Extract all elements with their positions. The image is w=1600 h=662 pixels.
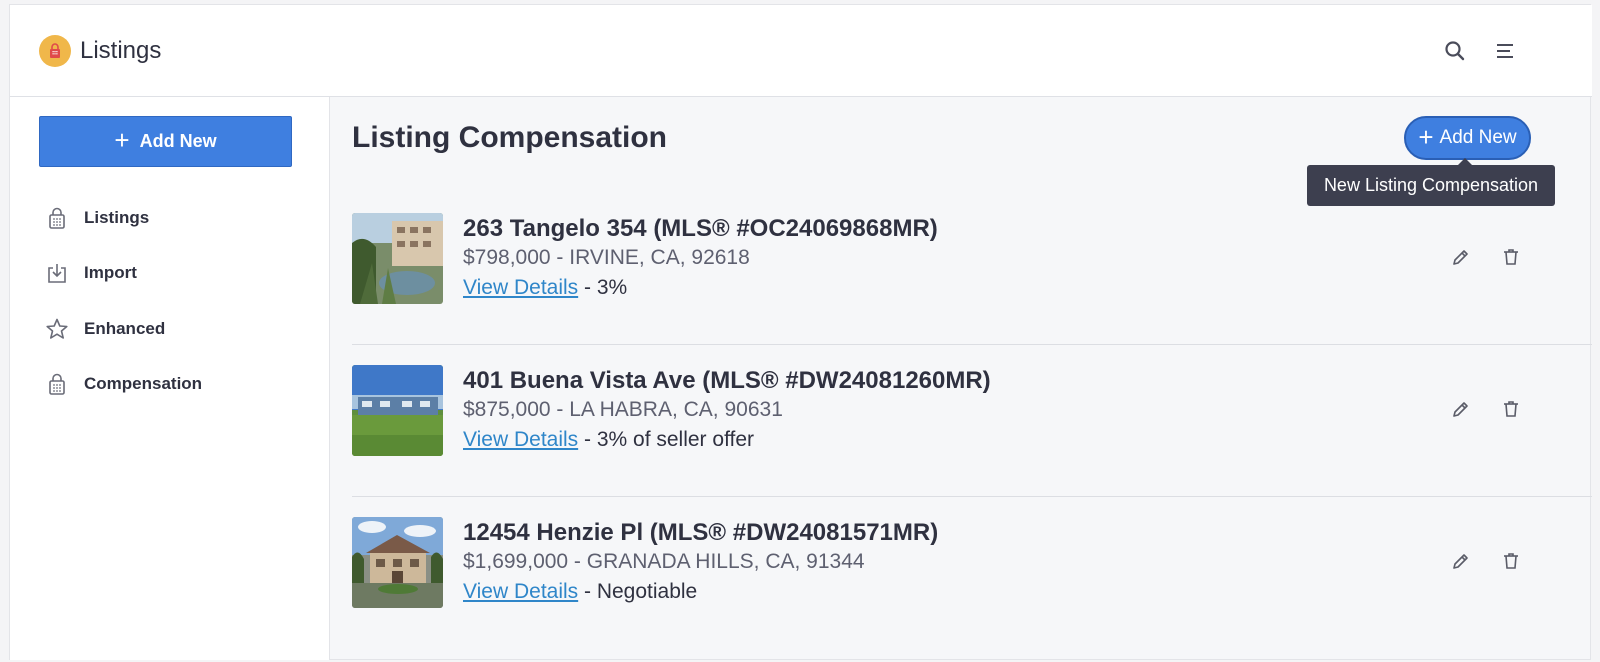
view-details-link[interactable]: View Details bbox=[463, 276, 578, 299]
import-icon bbox=[44, 260, 70, 286]
listing-row: 263 Tangelo 354 (MLS® #OC24069868MR) $79… bbox=[352, 193, 1592, 345]
view-details-link[interactable]: View Details bbox=[463, 580, 578, 603]
listing-details-line: View Details - 3% of seller offer bbox=[463, 428, 754, 452]
app-window: Listings + Add New Listings Import Enhan… bbox=[9, 4, 1592, 660]
sidebar-item-label: Enhanced bbox=[84, 319, 166, 338]
trash-icon[interactable] bbox=[1499, 549, 1523, 573]
sidebar-item-label: Listings bbox=[84, 208, 150, 227]
listing-photo bbox=[352, 213, 443, 304]
sidebar-add-new-button[interactable]: + Add New bbox=[39, 116, 292, 167]
listing-photo bbox=[352, 517, 443, 608]
listing-title: 12454 Henzie Pl (MLS® #DW24081571MR) bbox=[463, 519, 939, 546]
listing-title: 263 Tangelo 354 (MLS® #OC24069868MR) bbox=[463, 215, 938, 242]
listing-compensation: - 3% bbox=[578, 276, 628, 299]
listing-compensation: - Negotiable bbox=[578, 580, 698, 603]
trash-icon[interactable] bbox=[1499, 245, 1523, 269]
listing-price-location: $1,699,000 - GRANADA HILLS, CA, 91344 bbox=[463, 550, 865, 573]
star-icon bbox=[44, 316, 70, 342]
listing-details-line: View Details - Negotiable bbox=[463, 580, 697, 604]
lock-icon bbox=[44, 205, 70, 231]
edit-icon[interactable] bbox=[1449, 549, 1473, 573]
listing-price-location: $875,000 - LA HABRA, CA, 90631 bbox=[463, 398, 783, 421]
lock-icon bbox=[39, 35, 71, 67]
listing-details-line: View Details - 3% bbox=[463, 276, 627, 300]
menu-icon[interactable] bbox=[1493, 39, 1517, 63]
edit-icon[interactable] bbox=[1449, 245, 1473, 269]
view-details-link[interactable]: View Details bbox=[463, 428, 578, 451]
listing-photo bbox=[352, 365, 443, 456]
sidebar-item-label: Compensation bbox=[84, 374, 203, 393]
sidebar: + Add New Listings Import Enhanced Compe… bbox=[10, 97, 330, 660]
plus-icon: + bbox=[114, 125, 130, 155]
sidebar-item-listings[interactable]: Listings bbox=[44, 200, 304, 236]
sidebar-item-compensation[interactable]: Compensation bbox=[44, 366, 304, 402]
listing-title: 401 Buena Vista Ave (MLS® #DW24081260MR) bbox=[463, 367, 991, 394]
listing-row: 401 Buena Vista Ave (MLS® #DW24081260MR)… bbox=[352, 345, 1592, 497]
listing-compensation: - 3% of seller offer bbox=[578, 428, 755, 451]
page-title: Listing Compensation bbox=[352, 121, 667, 154]
add-new-button[interactable]: + Add New bbox=[1404, 116, 1531, 160]
edit-icon[interactable] bbox=[1449, 397, 1473, 421]
app-title: Listings bbox=[80, 37, 162, 64]
listing-row: 12454 Henzie Pl (MLS® #DW24081571MR) $1,… bbox=[352, 497, 1592, 649]
add-new-tooltip: New Listing Compensation bbox=[1307, 158, 1555, 206]
header: Listings bbox=[10, 5, 1592, 97]
sidebar-item-label: Import bbox=[84, 263, 137, 282]
sidebar-item-import[interactable]: Import bbox=[44, 255, 304, 291]
search-icon[interactable] bbox=[1443, 39, 1467, 63]
add-new-label: Add New bbox=[1439, 127, 1517, 148]
sidebar-item-enhanced[interactable]: Enhanced bbox=[44, 311, 304, 347]
sidebar-add-new-label: Add New bbox=[139, 131, 217, 151]
main-content: Listing Compensation + Add New 263 Tange… bbox=[331, 97, 1592, 660]
lock-icon bbox=[44, 371, 70, 397]
plus-icon: + bbox=[1418, 121, 1434, 152]
trash-icon[interactable] bbox=[1499, 397, 1523, 421]
listing-price-location: $798,000 - IRVINE, CA, 92618 bbox=[463, 246, 750, 269]
